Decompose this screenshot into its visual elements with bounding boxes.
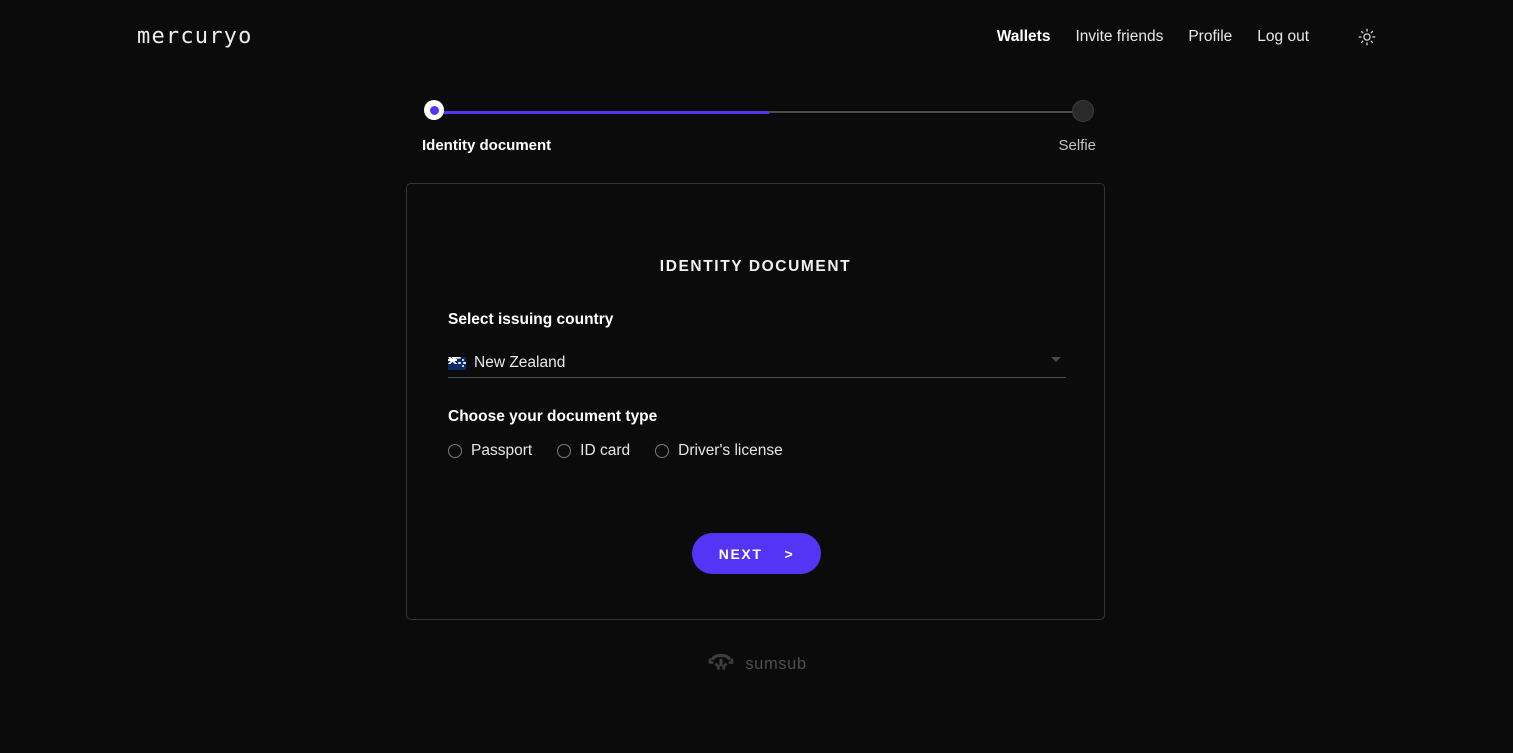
stepper-labels: Identity document Selfie bbox=[422, 137, 1096, 157]
issuing-country-value: New Zealand bbox=[474, 353, 566, 371]
next-button[interactable]: NEXT > bbox=[692, 533, 821, 574]
stepper-label-identity-document: Identity document bbox=[422, 137, 552, 154]
stepper-progress-fill bbox=[434, 111, 769, 114]
sumsub-logo-icon bbox=[706, 650, 736, 679]
main-navigation: Wallets Invite friends Profile Log out bbox=[997, 24, 1380, 50]
sumsub-wordmark: sumsub bbox=[745, 655, 807, 673]
nav-item-log-out[interactable]: Log out bbox=[1257, 24, 1309, 50]
radio-option-passport[interactable]: Passport bbox=[448, 442, 532, 460]
nav-item-profile[interactable]: Profile bbox=[1188, 24, 1232, 50]
radio-circle-icon[interactable] bbox=[448, 444, 462, 458]
issuing-country-label: Select issuing country bbox=[448, 311, 614, 328]
page-title: IDENTITY DOCUMENT bbox=[659, 258, 852, 275]
stepper-dot-selfie[interactable] bbox=[1072, 100, 1094, 122]
mercuryo-logo[interactable]: mercuryo bbox=[137, 24, 253, 50]
radio-label-id-card: ID card bbox=[580, 442, 631, 459]
nav-item-wallets[interactable]: Wallets bbox=[997, 24, 1051, 50]
powered-by-footer: sumsub bbox=[0, 650, 1513, 679]
chevron-down-icon[interactable] bbox=[1051, 357, 1061, 362]
verification-progress-stepper: Identity document Selfie bbox=[422, 100, 1096, 157]
nav-item-invite-friends[interactable]: Invite friends bbox=[1075, 24, 1163, 50]
issuing-country-select[interactable]: New Zealand bbox=[448, 348, 1066, 378]
stepper-label-selfie: Selfie bbox=[1058, 137, 1096, 154]
sun-icon[interactable] bbox=[1354, 24, 1380, 50]
document-type-radio-group: Passport ID card Driver's license bbox=[448, 442, 783, 460]
identity-document-card: IDENTITY DOCUMENT Select issuing country… bbox=[406, 183, 1105, 620]
radio-label-drivers-license: Driver's license bbox=[678, 442, 783, 459]
radio-option-drivers-license[interactable]: Driver's license bbox=[655, 442, 783, 460]
flag-new-zealand-icon bbox=[448, 357, 466, 370]
radio-circle-icon[interactable] bbox=[655, 444, 670, 458]
top-navigation-bar: mercuryo Wallets Invite friends Profile … bbox=[0, 0, 1513, 72]
next-button-label: NEXT bbox=[718, 545, 763, 562]
radio-label-passport: Passport bbox=[471, 442, 533, 459]
radio-circle-icon[interactable] bbox=[557, 444, 572, 458]
chevron-right-icon: > bbox=[784, 545, 795, 562]
stepper-dot-identity-document[interactable] bbox=[424, 100, 444, 120]
radio-option-id-card[interactable]: ID card bbox=[557, 442, 630, 460]
document-type-label: Choose your document type bbox=[448, 408, 658, 425]
stepper-track bbox=[424, 100, 1094, 126]
